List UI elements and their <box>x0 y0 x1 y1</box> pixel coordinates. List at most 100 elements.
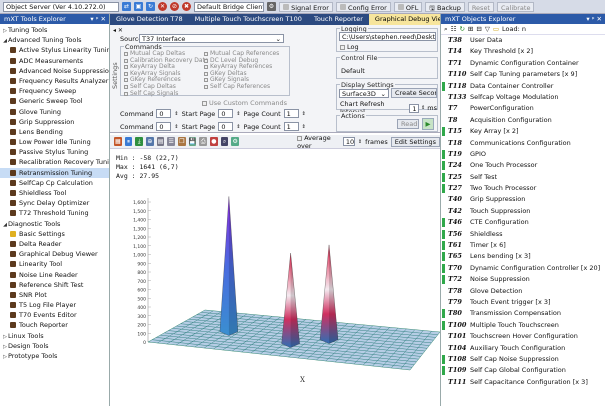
tree-item-delta-reader[interactable]: Delta Reader <box>0 239 109 249</box>
control-file-value[interactable]: Default <box>341 67 365 75</box>
object-item-t104[interactable]: T104 Auxiliary Touch Configuration <box>441 343 605 354</box>
tree-item-frequency-sweep[interactable]: Frequency Sweep <box>0 86 109 96</box>
tree-item-linearity-tool[interactable]: Linearity Tool <box>0 259 109 269</box>
source-select[interactable]: T37 Interface ⌄ <box>139 34 284 43</box>
object-item-t46[interactable]: T46 CTE Configuration <box>441 217 605 228</box>
table-icon[interactable]: ☰ <box>167 137 176 146</box>
settings-side-tab[interactable]: Settings <box>111 39 119 89</box>
page-count-input[interactable]: 1 <box>283 109 299 118</box>
tree-item-sync-delay-optimizer[interactable]: Sync Delay Optimizer <box>0 198 109 208</box>
tree-item-active-stylus-linearity-tuning[interactable]: Active Stylus Linearity Tuning <box>0 45 109 55</box>
object-item-t56[interactable]: T56 Shieldless <box>441 229 605 240</box>
object-item-t100[interactable]: T100 Multiple Touch Touchscreen <box>441 320 605 331</box>
tree-item-touch-reporter[interactable]: Touch Reporter <box>0 320 109 330</box>
gear-icon[interactable]: ⚙ <box>267 2 276 11</box>
tree-item-tuning-tools[interactable]: ▷Tuning Tools <box>0 25 109 35</box>
save-icon[interactable]: 💾 <box>188 137 197 146</box>
refresh-icon[interactable]: ↻ <box>146 2 155 11</box>
command-input[interactable]: 0 <box>156 122 172 131</box>
object-item-t18[interactable]: T18 Communications Configuration <box>441 138 605 149</box>
object-item-t65[interactable]: T65 Lens bending [x 3] <box>441 251 605 262</box>
spinner-icon[interactable]: ⇕ <box>421 105 425 111</box>
load-label[interactable]: Load: n <box>502 25 526 33</box>
spinner-icon[interactable]: ⇕ <box>302 124 306 130</box>
object-item-t72[interactable]: T72 Noise Suppression <box>441 274 605 285</box>
config-error-button[interactable]: Config Error <box>335 1 391 12</box>
tree-item-diagnostic-tools[interactable]: ◢Diagnostic Tools <box>0 219 109 229</box>
folder-icon[interactable]: ▭ <box>493 25 499 33</box>
object-item-t25[interactable]: T25 Self Test <box>441 172 605 183</box>
edit-settings-button[interactable]: Edit Settings <box>390 136 441 147</box>
filter-icon[interactable]: ▽ <box>485 25 490 33</box>
panel-controls[interactable]: ▾ ᵖ ✕ <box>586 14 605 24</box>
tree-item-low-power-idle-tuning[interactable]: Low Power Idle Tuning <box>0 137 109 147</box>
tree-item-noise-line-reader[interactable]: Noise Line Reader <box>0 270 109 280</box>
tree-item-snr-plot[interactable]: SNR Plot <box>0 290 109 300</box>
tree-item-retransmission-tuning[interactable]: Retransmission Tuning <box>0 167 109 178</box>
tree-item-selfcap-cp-calculation[interactable]: SelfCap Cp Calculation <box>0 178 109 188</box>
object-item-t24[interactable]: T24 One Touch Processor <box>441 160 605 171</box>
tree-item-design-tools[interactable]: ▷Design Tools <box>0 341 109 351</box>
read-button[interactable]: Read <box>397 119 419 129</box>
object-item-t71[interactable]: T71 Dynamic Configuration Container <box>441 58 605 69</box>
settings-icon[interactable]: ⚙ <box>231 137 240 146</box>
export-icon[interactable]: ⤓ <box>135 137 144 146</box>
copy-icon[interactable]: ❐ <box>178 137 186 146</box>
object-server-combo[interactable]: Object Server (Ver 4.10.272.0) <box>3 1 119 12</box>
use-custom-commands-checkbox[interactable]: Use Custom Commands <box>202 99 287 107</box>
tree-item-t70-events-editor[interactable]: T70 Events Editor <box>0 310 109 320</box>
spinner-icon[interactable]: ⇕ <box>236 124 240 130</box>
object-item-t80[interactable]: T80 Transmission Compensation <box>441 308 605 319</box>
tree-item-recalibration-recovery-tuning[interactable]: Recalibration Recovery Tuning <box>0 157 109 167</box>
collapse-all-icon[interactable]: ⊟ <box>476 25 481 33</box>
disconnect-icon[interactable]: ⊘ <box>170 2 179 11</box>
object-item-t111[interactable]: T111 Self Capacitance Configuration [x 3] <box>441 377 605 388</box>
object-item-t108[interactable]: T108 Self Cap Noise Suppression <box>441 354 605 365</box>
backup-button[interactable]: 🖫 Backup <box>425 1 465 12</box>
tree-item-glove-tuning[interactable]: Glove Tuning <box>0 107 109 117</box>
spinner-icon[interactable]: ⇕ <box>302 111 306 117</box>
signal-error-button[interactable]: Signal Error <box>279 1 333 12</box>
spinner-icon[interactable]: ⇕ <box>174 111 178 117</box>
tree-item-t72-threshold-tuning[interactable]: T72 Threshold Tuning <box>0 208 109 218</box>
spinner-icon[interactable]: ⇕ <box>174 124 178 130</box>
object-item-t61[interactable]: T61 Timer [x 6] <box>441 240 605 251</box>
search-icon[interactable]: ⌕ <box>444 25 448 34</box>
object-item-t42[interactable]: T42 Touch Suppression <box>441 206 605 217</box>
object-item-t40[interactable]: T40 Grip Suppression <box>441 194 605 205</box>
bridge-client-combo[interactable]: Default Bridge Client <box>194 1 264 12</box>
object-item-t78[interactable]: T78 Glove Detection <box>441 286 605 297</box>
tree-item-frequency-results-analyzer[interactable]: Frequency Results Analyzer <box>0 76 109 86</box>
object-item-t8[interactable]: T8 Acquisition Configuration <box>441 115 605 126</box>
chart-icon[interactable]: ▦ <box>114 137 122 146</box>
stop-icon[interactable]: ✕ <box>158 2 167 11</box>
zoom-icon[interactable]: ⊕ <box>146 137 154 146</box>
tab-glove-detection-t78[interactable]: Glove Detection T78 <box>110 14 189 25</box>
tree-item-grip-suppression[interactable]: Grip Suppression <box>0 117 109 127</box>
panel-controls[interactable]: ▾ ᵖ ✕ <box>90 14 109 24</box>
tree-item-reference-shift-test[interactable]: Reference Shift Test <box>0 280 109 290</box>
object-item-t15[interactable]: T15 Key Array [x 2] <box>441 126 605 137</box>
expand-icon[interactable]: ⊞ <box>468 25 473 33</box>
tab-touch-reporter[interactable]: Touch Reporter <box>308 14 369 25</box>
command-input[interactable]: 0 <box>156 109 172 118</box>
tree-icon[interactable]: ☷ <box>451 25 457 33</box>
magnify-icon[interactable]: ⌕ <box>220 137 229 146</box>
object-item-t109[interactable]: T109 Self Cap Global Configuration <box>441 365 605 376</box>
create-secondary-button[interactable]: Create Secondary V <box>391 88 437 98</box>
tree-item-generic-sweep-tool[interactable]: Generic Sweep Tool <box>0 96 109 106</box>
object-item-t19[interactable]: T19 GPIO <box>441 149 605 160</box>
tree-item-lens-bending[interactable]: Lens Bending <box>0 127 109 137</box>
object-item-t79[interactable]: T79 Touch Event trigger [x 3] <box>441 297 605 308</box>
calibrate-button[interactable]: Calibrate <box>497 1 535 12</box>
sync-icon[interactable]: ↻ <box>459 25 464 33</box>
start-page-input[interactable]: 0 <box>218 122 234 131</box>
chip-icon[interactable]: ▣ <box>134 2 143 11</box>
collapse-icon[interactable]: ◂ ✕ <box>113 27 123 34</box>
connect-icon[interactable]: ⇄ <box>122 2 131 11</box>
object-item-t27[interactable]: T27 Two Touch Processor <box>441 183 605 194</box>
error-icon[interactable]: ✖ <box>182 2 191 11</box>
start-page-input[interactable]: 0 <box>218 109 234 118</box>
object-item-t38[interactable]: T38 User Data <box>441 35 605 46</box>
play-icon[interactable]: ▶ <box>422 118 434 130</box>
